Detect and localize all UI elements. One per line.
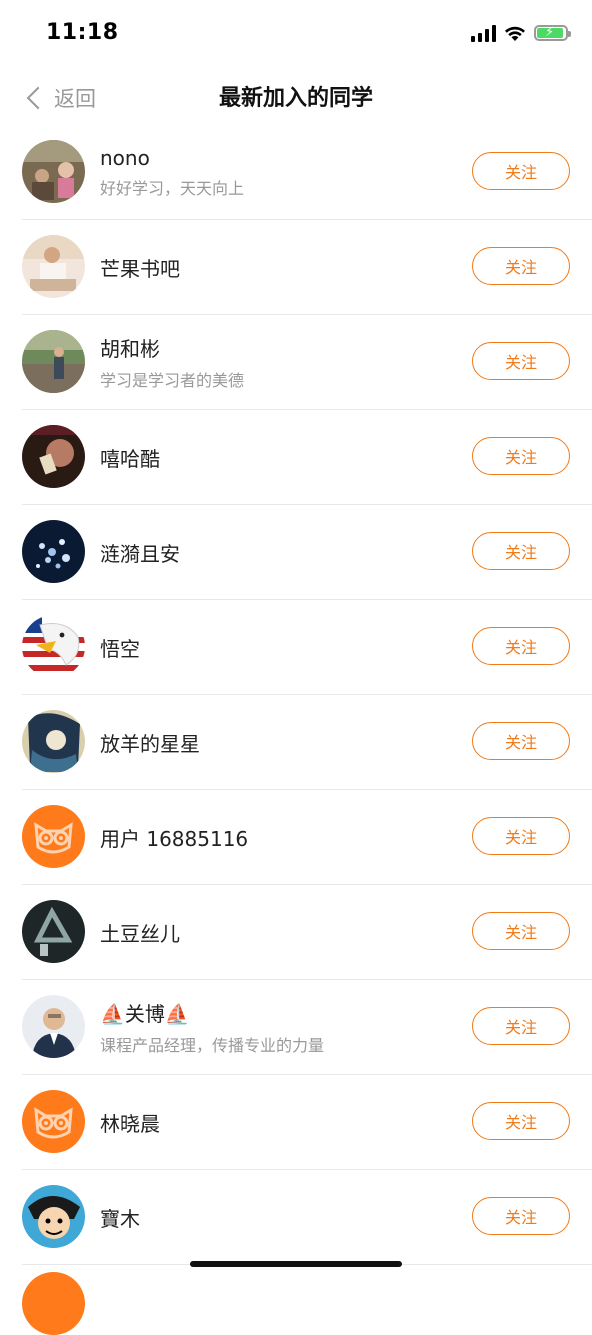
status-icons: ⚡ <box>471 24 571 42</box>
user-info: nono 好好学习，天天向上 <box>100 125 452 219</box>
user-bio: 好好学习，天天向上 <box>100 178 245 198</box>
user-info: 芒果书吧 <box>100 220 452 314</box>
list-item[interactable]: 涟漪且安 关注 <box>22 505 592 600</box>
follow-button[interactable]: 关注 <box>472 1197 570 1235</box>
list-item[interactable]: 用户 16885116 关注 <box>22 790 592 885</box>
user-info: 林晓晨 <box>100 1075 452 1169</box>
user-name[interactable]: 涟漪且安 <box>100 538 452 567</box>
user-name[interactable]: 胡和彬 <box>100 333 452 362</box>
follow-button[interactable]: 关注 <box>472 817 570 855</box>
user-list: nono 好好学习，天天向上 关注 芒果书吧 关注 胡和彬 学习是学习者的美德 关注 嘻哈酷 关注… <box>0 125 592 1265</box>
list-item[interactable]: 胡和彬 学习是学习者的美德 关注 <box>22 315 592 410</box>
avatar[interactable] <box>22 235 85 298</box>
user-name[interactable]: 嘻哈酷 <box>100 443 452 472</box>
follow-button[interactable]: 关注 <box>472 532 570 570</box>
avatar[interactable] <box>22 140 85 203</box>
avatar[interactable] <box>22 900 85 963</box>
follow-button[interactable]: 关注 <box>472 1102 570 1140</box>
user-name[interactable]: 土豆丝儿 <box>100 918 452 947</box>
list-item[interactable]: 放羊的星星 关注 <box>22 695 592 790</box>
avatar[interactable] <box>22 615 85 678</box>
list-item[interactable]: nono 好好学习，天天向上 关注 <box>22 125 592 220</box>
list-item[interactable]: ⛵关博⛵ 课程产品经理，传播专业的力量 关注 <box>22 980 592 1075</box>
user-name[interactable]: 寶木 <box>100 1203 452 1232</box>
list-item[interactable]: 悟空 关注 <box>22 600 592 695</box>
user-info: 胡和彬学习是学习者的美德 <box>100 315 452 409</box>
list-item[interactable]: 林晓晨 关注 <box>22 1075 592 1170</box>
user-name[interactable]: 芒果书吧 <box>100 253 452 282</box>
follow-button[interactable]: 关注 <box>472 247 570 285</box>
user-info: 放羊的星星 <box>100 695 452 789</box>
user-name[interactable]: 林晓晨 <box>100 1108 452 1137</box>
follow-button[interactable]: 关注 <box>472 437 570 475</box>
user-info: 土豆丝儿 <box>100 885 452 979</box>
avatar[interactable] <box>22 520 85 583</box>
avatar[interactable] <box>22 1185 85 1248</box>
avatar[interactable] <box>22 1272 85 1335</box>
user-info: 悟空 <box>100 600 452 694</box>
battery-icon: ⚡ <box>534 25 571 41</box>
user-name[interactable]: 放羊的星星 <box>100 728 452 757</box>
user-info: ⛵关博⛵ 课程产品经理，传播专业的力量 <box>100 980 452 1074</box>
page-title: 最新加入的同学 <box>218 86 373 111</box>
wifi-icon <box>505 26 525 41</box>
avatar[interactable] <box>22 1090 85 1153</box>
follow-button[interactable]: 关注 <box>472 1007 570 1045</box>
list-item[interactable]: 芒果书吧 关注 <box>22 220 592 315</box>
avatar[interactable] <box>22 425 85 488</box>
follow-button[interactable]: 关注 <box>472 627 570 665</box>
user-info: 寶木 <box>100 1170 452 1264</box>
user-name[interactable]: 悟空 <box>100 633 452 662</box>
follow-button[interactable]: 关注 <box>472 722 570 760</box>
user-info: 用户 16885116 <box>100 790 452 884</box>
user-name[interactable]: nono <box>100 146 452 170</box>
follow-button[interactable]: 关注 <box>472 152 570 190</box>
follow-button[interactable]: 关注 <box>472 342 570 380</box>
user-bio: 课程产品经理，传播专业的力量 <box>100 1036 325 1055</box>
user-bio: 学习是学习者的美德 <box>100 371 245 390</box>
status-bar: 11:18 ⚡ <box>0 0 592 68</box>
avatar[interactable] <box>22 805 85 868</box>
list-item[interactable]: 嘻哈酷 关注 <box>22 410 592 505</box>
user-info: 涟漪且安 <box>100 505 452 599</box>
avatar[interactable] <box>22 995 85 1058</box>
user-info: 嘻哈酷 <box>100 410 452 504</box>
user-name[interactable]: 用户 16885116 <box>100 823 452 852</box>
avatar[interactable] <box>22 710 85 773</box>
status-time: 11:18 <box>46 20 119 45</box>
home-indicator[interactable] <box>190 1261 402 1267</box>
list-item[interactable]: 寶木 关注 <box>22 1170 592 1265</box>
signal-icon <box>471 24 496 42</box>
user-name[interactable]: ⛵关博⛵ <box>100 998 452 1027</box>
list-item[interactable]: 土豆丝儿 关注 <box>22 885 592 980</box>
avatar[interactable] <box>22 330 85 393</box>
nav-bar: 返回 最新加入的同学 <box>0 68 592 128</box>
follow-button[interactable]: 关注 <box>472 912 570 950</box>
